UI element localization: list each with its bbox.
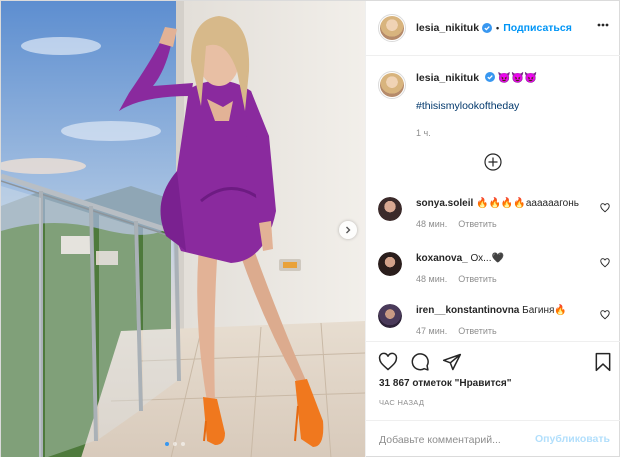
verified-badge-icon (482, 23, 493, 33)
header-separator: • (496, 23, 500, 33)
comment-text: 🔥🔥🔥🔥аааааагонь (476, 198, 579, 209)
carousel-indicator (165, 442, 185, 446)
comment-item: koxanova_ Ох...🖤 48 мин. Ответить (378, 252, 610, 284)
reply-button[interactable]: Ответить (458, 274, 496, 284)
post-caption: lesia_nikituk 😈😈😈 #thisismylookoftheday … (378, 71, 610, 141)
comment-time[interactable]: 47 мин. (416, 326, 447, 336)
comment-like-icon[interactable] (600, 258, 610, 268)
comment-avatar[interactable] (378, 197, 402, 221)
comment-text: Багиня🔥 (522, 305, 567, 316)
reply-button[interactable]: Ответить (458, 219, 496, 229)
verified-badge-icon (484, 72, 495, 82)
follow-button[interactable]: Подписаться (503, 22, 572, 34)
comment-item: sonya.soleil 🔥🔥🔥🔥аааааагонь 48 мин. Ответ… (378, 197, 610, 229)
comment-like-icon[interactable] (600, 310, 610, 320)
reply-button[interactable]: Ответить (458, 326, 496, 336)
caption-time[interactable]: 1 ч. (416, 126, 537, 141)
comment-time[interactable]: 48 мин. (416, 274, 447, 284)
author-username[interactable]: lesia_nikituk (416, 22, 479, 34)
comment-item: iren__konstantinovna Багиня🔥 47 мин. Отве… (378, 304, 610, 336)
caption-username[interactable]: lesia_nikituk (416, 72, 479, 84)
comment-icon[interactable] (410, 352, 430, 372)
comment-avatar[interactable] (378, 304, 402, 328)
add-comment-bar: Опубликовать (366, 420, 620, 457)
post-side-panel: lesia_nikituk • Подписаться lesia_nikitu… (365, 1, 620, 457)
instagram-post-dialog: lesia_nikituk • Подписаться lesia_nikitu… (0, 0, 620, 457)
comment-username[interactable]: sonya.soleil (416, 198, 473, 209)
comment-time[interactable]: 48 мин. (416, 219, 447, 229)
share-icon[interactable] (442, 352, 462, 372)
save-icon[interactable] (594, 352, 612, 372)
post-header: lesia_nikituk • Подписаться (366, 1, 620, 56)
caption-avatar[interactable] (378, 71, 406, 99)
likes-count[interactable]: 31 867 отметок "Нравится" (379, 378, 511, 389)
load-more-plus-icon[interactable] (484, 153, 502, 171)
post-photo (1, 1, 365, 457)
comment-username[interactable]: iren__konstantinovna (416, 305, 519, 316)
publish-button[interactable]: Опубликовать (535, 433, 610, 445)
more-options-icon[interactable] (597, 23, 609, 27)
comment-username[interactable]: koxanova_ (416, 253, 468, 264)
post-timestamp[interactable]: ЧАС НАЗАД (379, 398, 424, 407)
carousel-dot (181, 442, 185, 446)
comment-input[interactable] (379, 433, 529, 446)
caption-emoji: 😈😈😈 (497, 72, 538, 84)
carousel-dot (165, 442, 169, 446)
photo-illustration (1, 1, 365, 457)
comment-avatar[interactable] (378, 252, 402, 276)
comment-like-icon[interactable] (600, 203, 610, 213)
next-arrow-icon (346, 226, 351, 234)
next-slide-button[interactable] (339, 221, 357, 239)
caption-hashtag[interactable]: #thisismylookoftheday (416, 99, 537, 114)
comment-text: Ох...🖤 (470, 253, 504, 264)
like-icon[interactable] (378, 352, 398, 372)
carousel-dot (173, 442, 177, 446)
author-avatar[interactable] (378, 14, 406, 42)
